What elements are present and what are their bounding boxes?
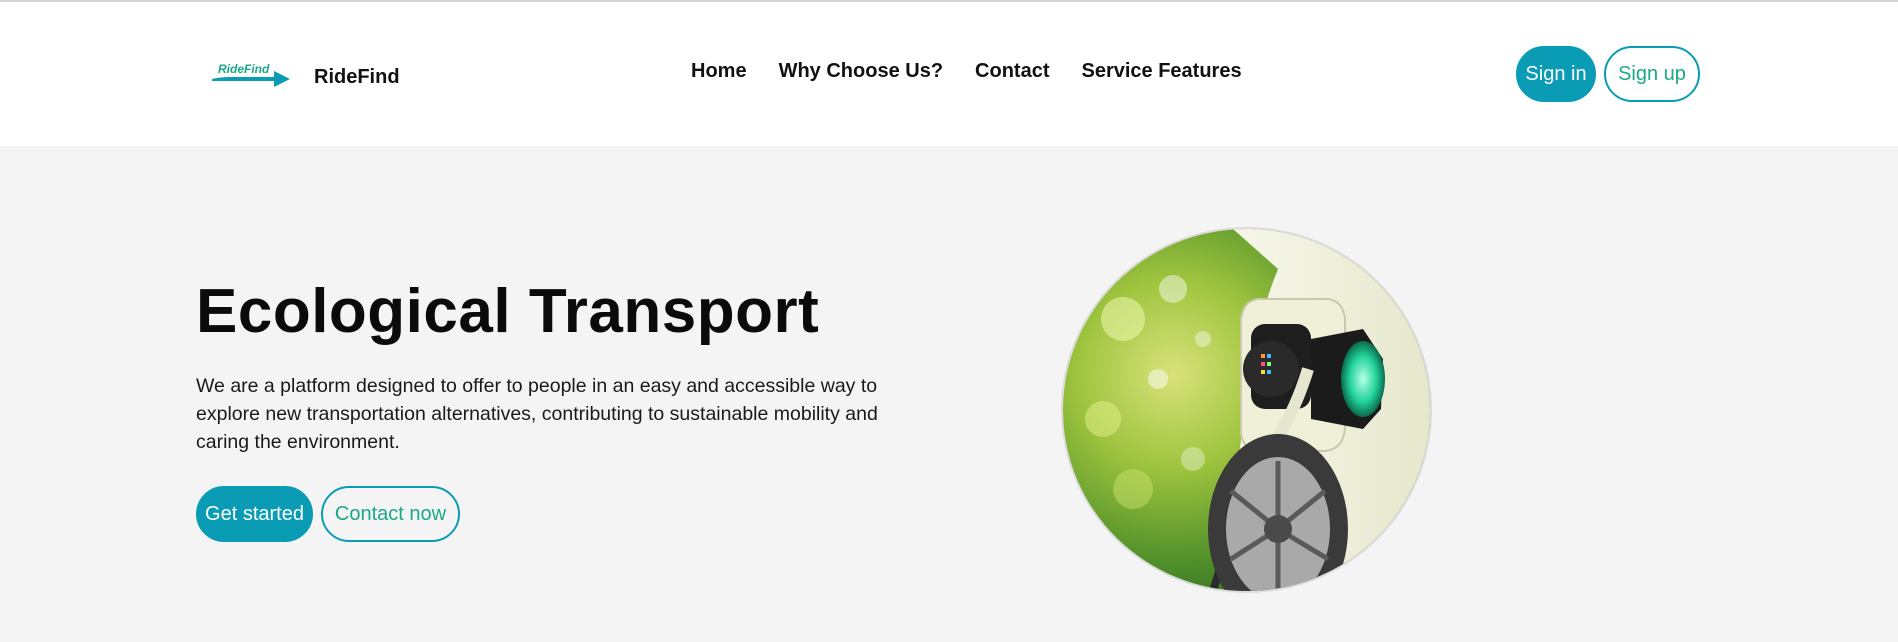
site-header: RideFind RideFind Home Why Choose Us? Co… <box>0 2 1898 146</box>
nav-why-choose-us[interactable]: Why Choose Us? <box>779 60 943 83</box>
brand-name: RideFind <box>314 65 400 88</box>
hero-description: We are a platform designed to offer to p… <box>196 375 878 453</box>
contact-now-button[interactable]: Contact now <box>321 486 460 542</box>
hero-title: Ecological Transport <box>196 277 820 346</box>
nav-home[interactable]: Home <box>691 60 747 83</box>
hero-section: Ecological Transport We are a platform d… <box>0 146 1898 642</box>
get-started-button[interactable]: Get started <box>196 486 313 542</box>
brand[interactable]: RideFind RideFind <box>210 52 400 102</box>
ridefind-logo-icon[interactable]: RideFind <box>210 57 294 97</box>
nav-contact[interactable]: Contact <box>975 60 1049 83</box>
hero-image <box>1063 229 1430 591</box>
svg-text:RideFind: RideFind <box>218 62 270 76</box>
sign-up-button[interactable]: Sign up <box>1604 46 1700 102</box>
main-nav: Home Why Choose Us? Contact Service Feat… <box>691 60 1242 83</box>
sign-in-button[interactable]: Sign in <box>1516 46 1596 102</box>
nav-service-features[interactable]: Service Features <box>1081 60 1241 83</box>
